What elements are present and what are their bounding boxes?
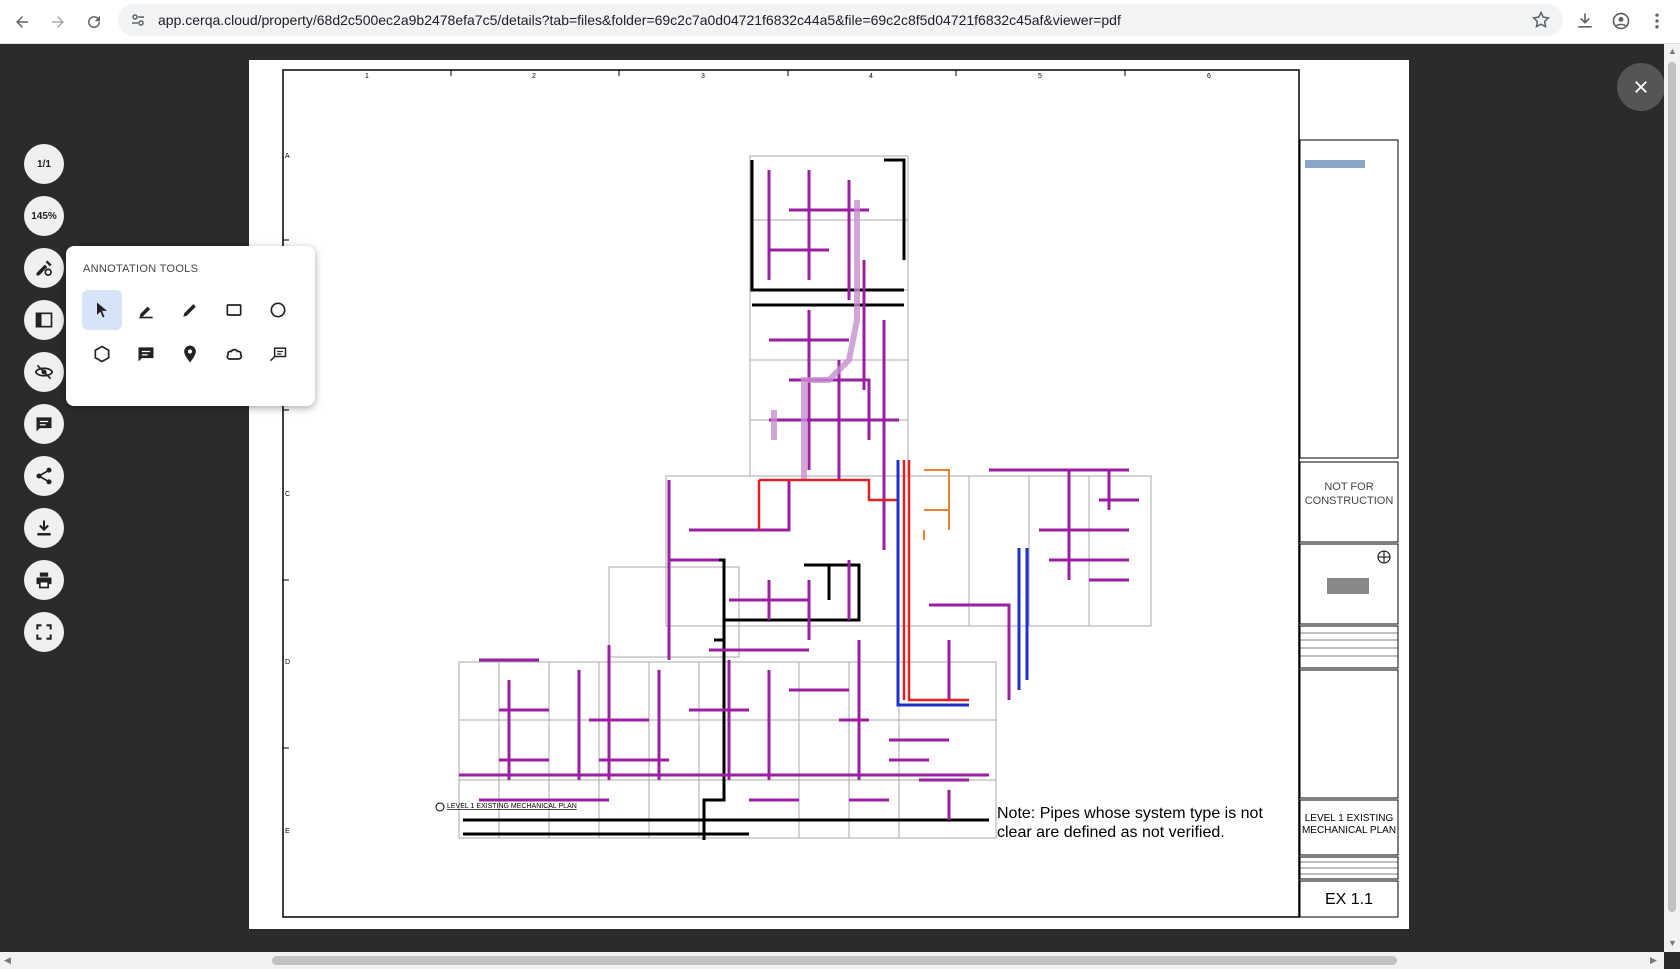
vertical-scroll-thumb[interactable] [1668,62,1676,912]
back-button[interactable] [8,8,36,36]
cloud-icon [226,348,243,360]
fullscreen-icon [36,624,52,640]
site-settings-icon[interactable] [130,12,146,28]
sheet-title-line-1: LEVEL 1 EXISTING [1305,813,1394,824]
cloud-tool[interactable] [214,334,254,374]
scroll-left-arrow-icon[interactable]: ◀ [4,955,11,966]
page-indicator: 1/1 [37,158,51,170]
hexagon-icon [94,345,110,363]
grid-letter: D [285,659,290,666]
browser-toolbar: app.cerqa.cloud/property/68d2c500ec2a9b2… [0,0,1680,44]
pdf-page: 1 2 3 4 5 6 A B C D E [249,60,1409,929]
scroll-up-arrow-icon[interactable]: ▲ [1668,46,1677,56]
pen-settings-icon [36,260,52,276]
scroll-down-arrow-icon[interactable]: ▼ [1668,938,1677,948]
callout-tool[interactable] [258,334,298,374]
annotation-tools-panel: ANNOTATION TOOLS [66,246,315,406]
grid-number: 6 [1207,73,1211,80]
scroll-right-arrow-icon[interactable]: ▶ [1650,955,1657,966]
close-viewer-button[interactable] [1617,63,1665,111]
horizontal-scrollbar[interactable]: ◀ ▶ [0,952,1664,969]
zoom-button[interactable]: 145% [24,196,64,236]
bookmark-star-icon[interactable] [1531,10,1551,30]
eye-off-icon [34,364,54,380]
grid-number: 5 [1038,73,1042,80]
callout-icon [269,347,287,362]
stamp-line-1: NOT FOR [1324,481,1373,493]
pen-tool[interactable] [170,290,210,330]
reload-button[interactable] [80,8,108,36]
arrow-left-icon [16,16,28,28]
download-icon [37,520,51,536]
annotation-tools-title: ANNOTATION TOOLS [83,263,199,275]
mechanical-drawing: 1 2 3 4 5 6 A B C D E [282,69,1399,918]
comment-icon [36,417,52,432]
pin-tool[interactable] [170,334,210,374]
close-icon [1635,81,1647,93]
sheet-number: EX 1.1 [1325,891,1373,908]
cursor-icon [97,302,107,318]
stamp-line-2: CONSTRUCTION [1305,495,1394,507]
grid-number: 3 [701,73,705,80]
comment-tool[interactable] [126,334,166,374]
rectangle-tool[interactable] [214,290,254,330]
rectangle-icon [226,304,242,316]
pdf-viewer: 1 2 3 4 5 6 A B C D E [0,44,1664,952]
note-line-1: Note: Pipes whose system type is not [997,805,1263,822]
horizontal-scroll-thumb[interactable] [272,956,1397,965]
grid-number: 2 [532,73,536,80]
map-pin-icon [184,345,196,363]
fullscreen-button[interactable] [24,612,64,652]
annotate-button[interactable] [24,248,64,288]
zoom-level: 145% [31,210,57,222]
share-button[interactable] [24,456,64,496]
print-button[interactable] [24,560,64,600]
grid-letter: C [285,491,290,498]
print-icon [36,572,52,589]
download-file-button[interactable] [24,508,64,548]
more-vertical-icon [1655,13,1659,29]
grid-letter: E [285,828,290,835]
select-tool[interactable] [82,290,122,330]
grid-number: 4 [869,73,873,80]
download-icon [1578,13,1592,28]
downloads-button[interactable] [1573,9,1597,33]
sidebar-icon [35,312,53,328]
hide-annotations-button[interactable] [24,352,64,392]
profile-button[interactable] [1609,9,1633,33]
page-indicator-button[interactable]: 1/1 [24,144,64,184]
profile-icon [1612,12,1630,30]
note-line-2: clear are defined as not verified. [997,824,1225,841]
ellipse-tool[interactable] [258,290,298,330]
address-bar[interactable]: app.cerqa.cloud/property/68d2c500ec2a9b2… [118,4,1563,36]
pencil-icon [183,304,196,317]
url-text[interactable]: app.cerqa.cloud/property/68d2c500ec2a9b2… [158,12,1121,28]
highlighter-icon [139,306,153,319]
sheet-title-line-2: MECHANICAL PLAN [1302,825,1396,836]
reload-icon [88,16,101,29]
share-icon [36,467,52,485]
sidebar-toggle-button[interactable] [24,300,64,340]
highlighter-tool[interactable] [126,290,166,330]
plan-label: LEVEL 1 EXISTING MECHANICAL PLAN [447,803,577,810]
grid-letter: A [285,153,290,160]
circle-icon [270,302,286,318]
browser-menu-button[interactable] [1645,9,1669,33]
vertical-scrollbar[interactable]: ▲ ▼ [1664,44,1680,952]
polygon-tool[interactable] [82,334,122,374]
comments-button[interactable] [24,404,64,444]
forward-button[interactable] [44,8,72,36]
comment-icon [138,347,154,362]
grid-number: 1 [365,73,369,80]
arrow-right-icon [52,16,64,28]
